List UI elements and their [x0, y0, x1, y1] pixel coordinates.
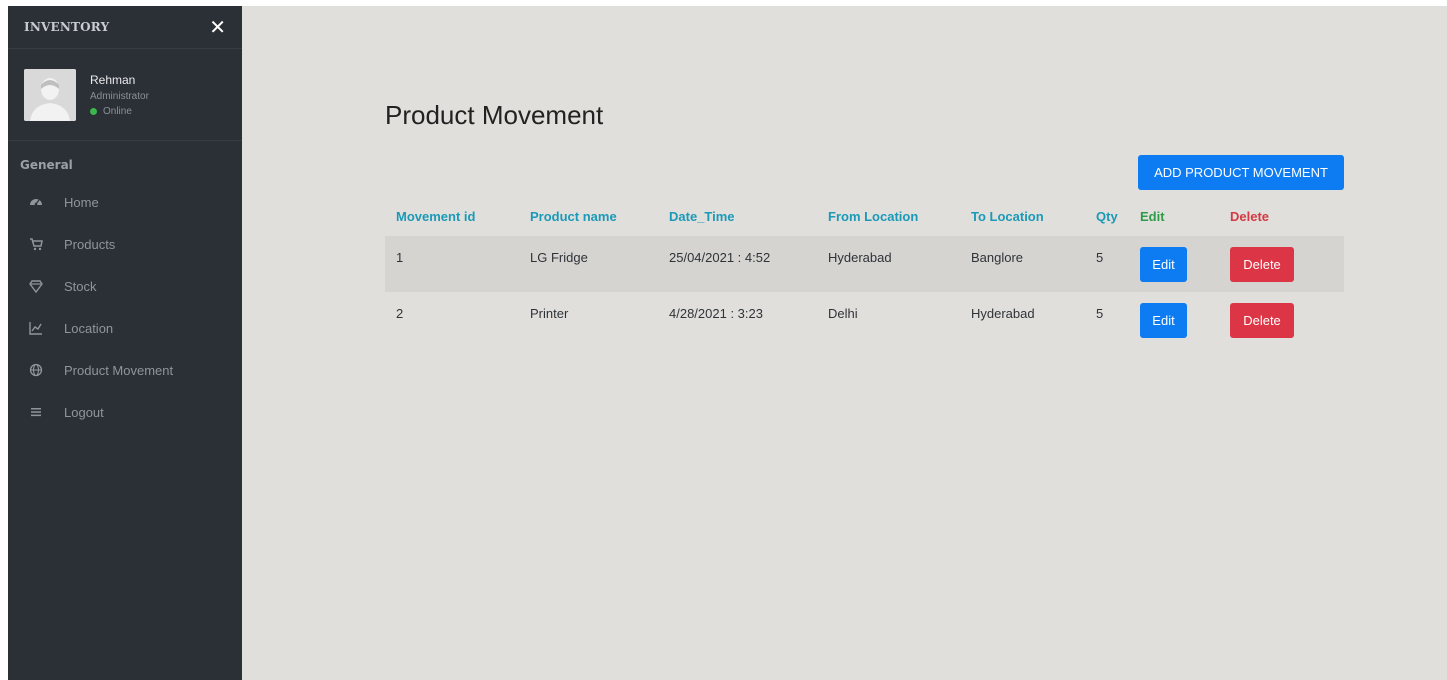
- user-info: Rehman Administrator Online: [90, 73, 149, 117]
- cell-date-time: 25/04/2021 : 4:52: [658, 236, 817, 292]
- cell-to-location: Banglore: [960, 236, 1085, 292]
- cell-product-name: LG Fridge: [519, 236, 658, 292]
- cell-qty: 5: [1096, 305, 1104, 321]
- column-header-to-location[interactable]: To Location: [960, 196, 1085, 236]
- sidebar-item-label: Stock: [64, 278, 97, 294]
- edit-button[interactable]: Edit: [1140, 302, 1187, 338]
- user-silhouette-icon: [24, 68, 76, 121]
- brand-title: INVENTORY: [24, 20, 110, 34]
- left-strip: [0, 0, 8, 680]
- sidebar-item-home[interactable]: Home: [8, 181, 242, 223]
- column-header-date-time[interactable]: Date_Time: [658, 196, 817, 236]
- table-row: 2 Printer 4/28/2021 : 3:23 Delhi Hyderab…: [385, 292, 1344, 348]
- cart-icon: [24, 235, 48, 253]
- sidebar: INVENTORY ✕ Rehman Administrator Online …: [8, 6, 242, 680]
- sidebar-item-location[interactable]: Location: [8, 307, 242, 349]
- column-header-product-name[interactable]: Product name: [519, 196, 658, 236]
- column-header-qty[interactable]: Qty: [1085, 196, 1129, 236]
- sidebar-item-label: Products: [64, 236, 116, 252]
- movement-table: Movement id Product name Date_Time From …: [385, 196, 1344, 348]
- user-role: Administrator: [90, 90, 149, 102]
- sidebar-item-product-movement[interactable]: Product Movement: [8, 349, 242, 391]
- cell-delete: Delete: [1219, 292, 1344, 348]
- add-product-movement-button[interactable]: ADD PRODUCT MOVEMENT: [1138, 155, 1344, 190]
- cell-to-location: Hyderabad: [971, 305, 1035, 321]
- cell-movement-id: 2: [396, 305, 404, 321]
- sidebar-item-logout[interactable]: Logout: [8, 391, 242, 433]
- sidebar-item-label: Product Movement: [64, 362, 174, 378]
- column-header-movement-id[interactable]: Movement id: [385, 196, 519, 236]
- close-icon[interactable]: ✕: [209, 17, 226, 37]
- user-name: Rehman: [90, 72, 136, 87]
- cell-from-location: Delhi: [828, 305, 858, 321]
- globe-icon: [24, 361, 48, 379]
- cell-delete: Delete: [1219, 236, 1344, 292]
- movement-table-container: Movement id Product name Date_Time From …: [385, 196, 1344, 348]
- delete-button[interactable]: Delete: [1230, 302, 1294, 338]
- sidebar-header: INVENTORY ✕: [8, 6, 242, 49]
- cell-qty: 5: [1085, 236, 1129, 292]
- chart-icon: [24, 319, 48, 337]
- cell-movement-id: 1: [385, 236, 519, 292]
- page-title: Product Movement: [385, 100, 604, 130]
- sidebar-item-stock[interactable]: Stock: [8, 265, 242, 307]
- table-header-row: Movement id Product name Date_Time From …: [385, 196, 1344, 236]
- sidebar-item-label: Home: [64, 194, 99, 210]
- cell-edit: Edit: [1129, 292, 1219, 348]
- sidebar-item-products[interactable]: Products: [8, 223, 242, 265]
- delete-button[interactable]: Delete: [1230, 246, 1294, 282]
- nav-section-title: General: [20, 158, 73, 172]
- cell-edit: Edit: [1129, 236, 1219, 292]
- edit-button[interactable]: Edit: [1140, 246, 1187, 282]
- cell-product-name: Printer: [530, 305, 569, 321]
- column-header-delete: Delete: [1230, 208, 1270, 224]
- sidebar-item-label: Location: [64, 320, 114, 336]
- user-status-label: Online: [103, 105, 132, 117]
- diamond-icon: [24, 277, 48, 295]
- cell-from-location: Hyderabad: [817, 236, 960, 292]
- column-header-edit: Edit: [1140, 208, 1165, 224]
- cell-date-time: 4/28/2021 : 3:23: [669, 305, 763, 321]
- column-header-from-location[interactable]: From Location: [817, 196, 960, 236]
- table-row: 1 LG Fridge 25/04/2021 : 4:52 Hyderabad …: [385, 236, 1344, 292]
- user-profile: Rehman Administrator Online: [8, 49, 242, 141]
- dashboard-icon: [24, 193, 48, 211]
- sidebar-item-label: Logout: [64, 404, 104, 420]
- online-status-dot-icon: [90, 107, 97, 115]
- avatar[interactable]: [24, 68, 76, 121]
- main-content: Product Movement ADD PRODUCT MOVEMENT Mo…: [242, 6, 1447, 680]
- user-status: Online: [90, 106, 149, 117]
- menu-icon: [24, 403, 48, 421]
